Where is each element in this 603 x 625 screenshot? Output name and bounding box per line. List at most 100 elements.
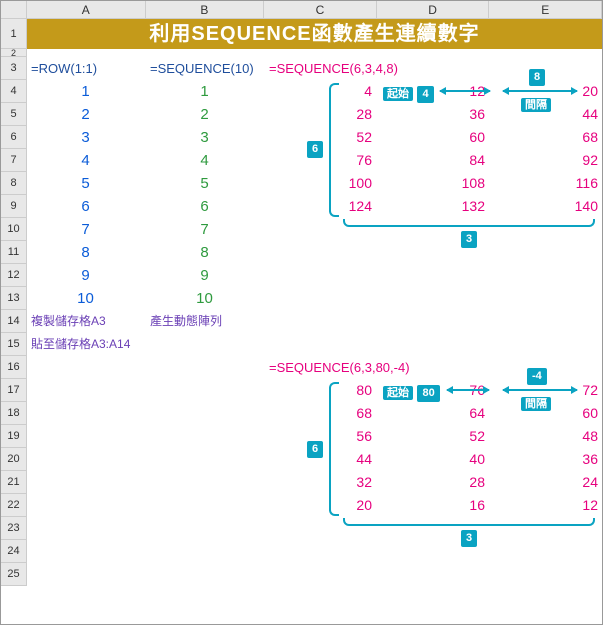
cell-a14-note[interactable]: 複製儲存格A3: [27, 310, 146, 333]
cell-b13[interactable]: 10: [146, 287, 265, 310]
row-header-5[interactable]: 5: [1, 103, 27, 126]
cell-b11[interactable]: 8: [146, 241, 265, 264]
cell-b7[interactable]: 4: [146, 149, 265, 172]
row-header-2[interactable]: 2: [1, 49, 27, 57]
row-header-6[interactable]: 6: [1, 126, 27, 149]
cell-b9[interactable]: 6: [146, 195, 265, 218]
row-header-3[interactable]: 3: [1, 57, 27, 80]
cell-e8[interactable]: 116: [491, 172, 603, 195]
row-headers: 1234567891011121314151617181920212223242…: [1, 19, 27, 586]
row-header-10[interactable]: 10: [1, 218, 27, 241]
spreadsheet: A B C D E 123456789101112131415161718192…: [1, 1, 602, 624]
cell-d4[interactable]: 12: [378, 80, 491, 103]
row-header-21[interactable]: 21: [1, 471, 27, 494]
cell-e19[interactable]: 48: [491, 425, 603, 448]
cell-e17[interactable]: 72: [491, 379, 603, 402]
corner-cell: [1, 1, 27, 19]
row-header-11[interactable]: 11: [1, 241, 27, 264]
cell-d17[interactable]: 76: [378, 379, 491, 402]
cell-e20[interactable]: 36: [491, 448, 603, 471]
cell-e6[interactable]: 68: [491, 126, 603, 149]
row-header-17[interactable]: 17: [1, 379, 27, 402]
row-header-15[interactable]: 15: [1, 333, 27, 356]
cell-c20[interactable]: 44: [265, 448, 378, 471]
row-header-8[interactable]: 8: [1, 172, 27, 195]
cell-e4[interactable]: 20: [491, 80, 603, 103]
row-header-13[interactable]: 13: [1, 287, 27, 310]
col-header-b[interactable]: B: [146, 1, 265, 19]
col-header-a[interactable]: A: [27, 1, 146, 19]
cell-c21[interactable]: 32: [265, 471, 378, 494]
cell-c5[interactable]: 28: [265, 103, 378, 126]
row-header-4[interactable]: 4: [1, 80, 27, 103]
cell-e18[interactable]: 60: [491, 402, 603, 425]
cell-a15-note[interactable]: 貼至儲存格A3:A14: [27, 333, 146, 356]
row-header-22[interactable]: 22: [1, 494, 27, 517]
cell-a10[interactable]: 7: [27, 218, 146, 241]
cell-b4[interactable]: 1: [146, 80, 265, 103]
cell-c6[interactable]: 52: [265, 126, 378, 149]
cell-c9[interactable]: 124: [265, 195, 378, 218]
cell-b6[interactable]: 3: [146, 126, 265, 149]
col-header-d[interactable]: D: [377, 1, 490, 19]
cell-a9[interactable]: 6: [27, 195, 146, 218]
cell-a7[interactable]: 4: [27, 149, 146, 172]
row-header-20[interactable]: 20: [1, 448, 27, 471]
row-header-16[interactable]: 16: [1, 356, 27, 379]
cell-c4[interactable]: 4: [265, 80, 378, 103]
col-header-c[interactable]: C: [264, 1, 377, 19]
row-header-18[interactable]: 18: [1, 402, 27, 425]
cell-b10[interactable]: 7: [146, 218, 265, 241]
cell-a5[interactable]: 2: [27, 103, 146, 126]
cell-d21[interactable]: 28: [378, 471, 491, 494]
row-header-7[interactable]: 7: [1, 149, 27, 172]
cell-d8[interactable]: 108: [378, 172, 491, 195]
column-headers: A B C D E: [1, 1, 602, 19]
cell-b8[interactable]: 5: [146, 172, 265, 195]
cell-c22[interactable]: 20: [265, 494, 378, 517]
cell-e5[interactable]: 44: [491, 103, 603, 126]
row-header-25[interactable]: 25: [1, 563, 27, 586]
cell-b14-note[interactable]: 產生動態陣列: [146, 310, 265, 333]
cell-e22[interactable]: 12: [491, 494, 603, 517]
cell-b5[interactable]: 2: [146, 103, 265, 126]
cell-a12[interactable]: 9: [27, 264, 146, 287]
cell-b12[interactable]: 9: [146, 264, 265, 287]
cell-c8[interactable]: 100: [265, 172, 378, 195]
col-header-e[interactable]: E: [489, 1, 602, 19]
cell-a3-formula[interactable]: =ROW(1:1): [27, 57, 146, 80]
row-header-19[interactable]: 19: [1, 425, 27, 448]
cell-e9[interactable]: 140: [491, 195, 603, 218]
cell-a11[interactable]: 8: [27, 241, 146, 264]
cell-grid[interactable]: =ROW(1:1)=SEQUENCE(10)=SEQUENCE(6,3,4,8)…: [27, 57, 602, 624]
cell-a6[interactable]: 3: [27, 126, 146, 149]
cell-c7[interactable]: 76: [265, 149, 378, 172]
cell-c3-formula[interactable]: =SEQUENCE(6,3,4,8): [265, 57, 603, 80]
cell-d20[interactable]: 40: [378, 448, 491, 471]
row-header-12[interactable]: 12: [1, 264, 27, 287]
cell-e21[interactable]: 24: [491, 471, 603, 494]
cell-d19[interactable]: 52: [378, 425, 491, 448]
cell-c18[interactable]: 68: [265, 402, 378, 425]
cell-a4[interactable]: 1: [27, 80, 146, 103]
cell-d7[interactable]: 84: [378, 149, 491, 172]
cell-d22[interactable]: 16: [378, 494, 491, 517]
row-header-9[interactable]: 9: [1, 195, 27, 218]
cell-c16-formula[interactable]: =SEQUENCE(6,3,80,-4): [265, 356, 603, 379]
row-header-14[interactable]: 14: [1, 310, 27, 333]
cell-e7[interactable]: 92: [491, 149, 603, 172]
cell-a13[interactable]: 10: [27, 287, 146, 310]
cell-c19[interactable]: 56: [265, 425, 378, 448]
cell-b3-formula[interactable]: =SEQUENCE(10): [146, 57, 265, 80]
cell-a8[interactable]: 5: [27, 172, 146, 195]
content-area: 利用SEQUENCE函數產生連續數字 =ROW(1:1)=SEQUENCE(10…: [27, 19, 602, 624]
page-title: 利用SEQUENCE函數產生連續數字: [27, 19, 602, 49]
row-header-24[interactable]: 24: [1, 540, 27, 563]
cell-d5[interactable]: 36: [378, 103, 491, 126]
cell-c17[interactable]: 80: [265, 379, 378, 402]
cell-d6[interactable]: 60: [378, 126, 491, 149]
row-header-23[interactable]: 23: [1, 517, 27, 540]
cell-d9[interactable]: 132: [378, 195, 491, 218]
cell-d18[interactable]: 64: [378, 402, 491, 425]
row-header-1[interactable]: 1: [1, 19, 27, 49]
